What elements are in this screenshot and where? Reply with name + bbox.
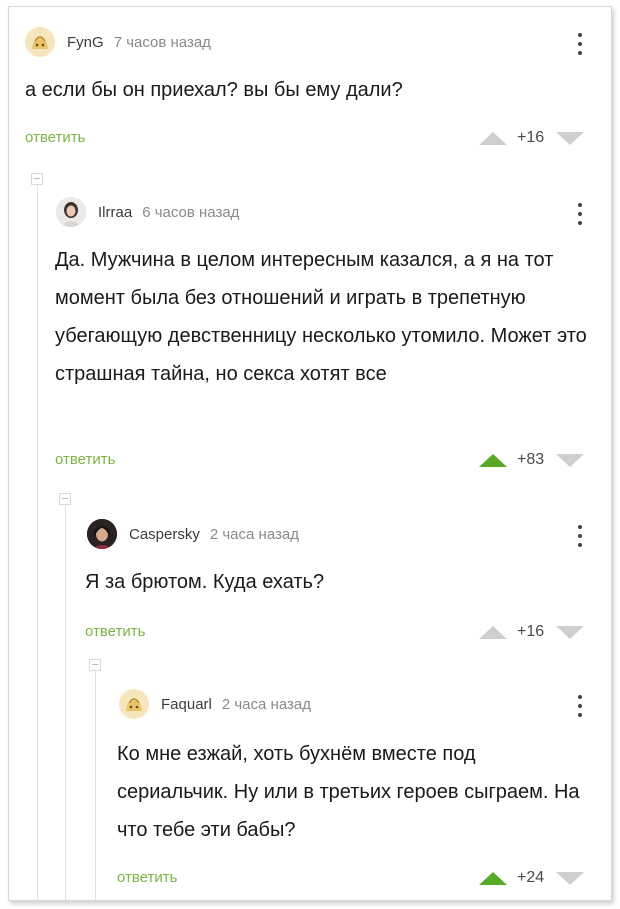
- comment: Faquarl 2 часа назад Ко мне езжай, хоть …: [9, 675, 611, 900]
- more-vertical-icon[interactable]: [576, 523, 584, 549]
- vote-controls: +24: [479, 869, 585, 887]
- default-avatar-icon[interactable]: [25, 27, 55, 57]
- comment-score: +16: [517, 623, 545, 640]
- more-vertical-icon[interactable]: [576, 201, 584, 227]
- comment-score: +83: [517, 451, 545, 468]
- upvote-icon[interactable]: [479, 625, 507, 639]
- more-vertical-icon[interactable]: [576, 693, 584, 719]
- default-avatar-icon[interactable]: [119, 689, 149, 719]
- timestamp: 6 часов назад: [142, 203, 240, 221]
- comment-score: +24: [517, 869, 545, 886]
- timestamp: 2 часа назад: [209, 525, 299, 543]
- comment: Caspersky 2 часа назад Я за брютом. Куда…: [9, 507, 611, 657]
- comment-score: +16: [517, 129, 545, 146]
- username[interactable]: FynG: [67, 34, 104, 51]
- comment: FynG 7 часов назад а если бы он приехал?…: [9, 7, 611, 167]
- collapse-thread-icon[interactable]: [59, 493, 71, 505]
- collapse-thread-icon[interactable]: [31, 173, 43, 185]
- username[interactable]: Faquarl: [161, 696, 212, 713]
- collapse-thread-icon[interactable]: [89, 659, 101, 671]
- downvote-icon[interactable]: [556, 131, 585, 145]
- comment-text: Ко мне езжай, хоть бухнём вместе под сер…: [117, 743, 580, 841]
- vote-controls: +83: [479, 451, 585, 469]
- comments-thread: FynG 7 часов назад а если бы он приехал?…: [8, 6, 612, 901]
- comment-text: а если бы он приехал? вы бы ему дали?: [25, 79, 403, 101]
- user-photo-avatar[interactable]: [87, 519, 117, 549]
- user-photo-avatar[interactable]: [56, 197, 86, 227]
- upvote-icon[interactable]: [479, 871, 507, 885]
- reply-link[interactable]: ответить: [55, 451, 115, 468]
- vote-controls: +16: [479, 623, 585, 641]
- timestamp: 7 часов назад: [113, 33, 211, 51]
- upvote-icon[interactable]: [479, 131, 507, 145]
- vote-controls: +16: [479, 129, 585, 147]
- comment-text: Я за брютом. Куда ехать?: [85, 571, 325, 593]
- downvote-icon[interactable]: [556, 871, 585, 885]
- reply-link[interactable]: ответить: [117, 869, 177, 886]
- username[interactable]: Ilrraa: [98, 204, 132, 221]
- upvote-icon[interactable]: [479, 453, 507, 467]
- downvote-icon[interactable]: [556, 453, 585, 467]
- username[interactable]: Caspersky: [129, 526, 200, 543]
- timestamp: 2 часа назад: [221, 695, 311, 713]
- more-vertical-icon[interactable]: [576, 31, 584, 57]
- comment: Ilrraa 6 часов назад Да. Мужчина в целом…: [9, 187, 611, 487]
- reply-link[interactable]: ответить: [25, 129, 85, 146]
- reply-link[interactable]: ответить: [85, 623, 145, 640]
- downvote-icon[interactable]: [556, 625, 585, 639]
- comment-text: Да. Мужчина в целом интересным казался, …: [55, 249, 587, 385]
